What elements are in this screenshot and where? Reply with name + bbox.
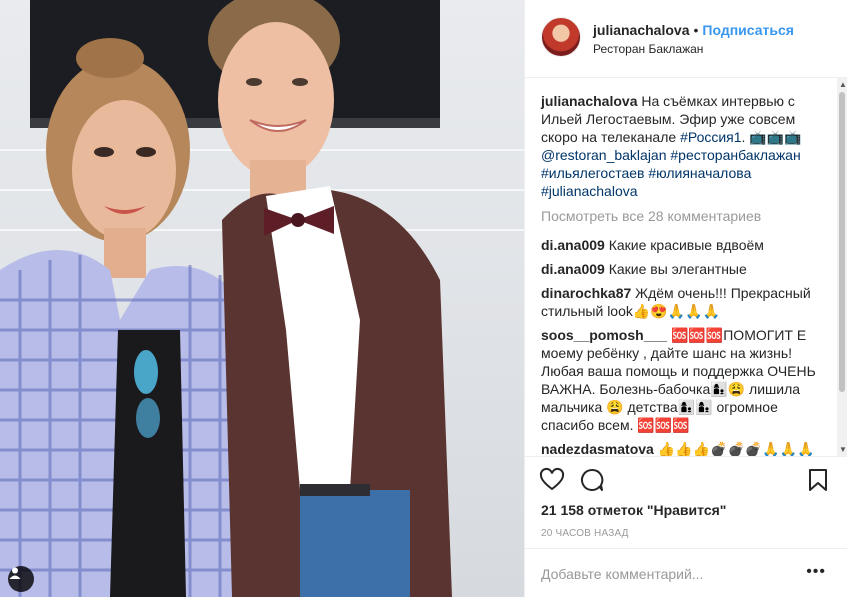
scroll-down-arrow-icon[interactable]: ▼ bbox=[839, 445, 847, 454]
comment-text: Какие красивые вдвоём bbox=[608, 237, 764, 253]
heart-icon[interactable] bbox=[539, 467, 565, 493]
post-header: julianachalova • Подписаться Ресторан Бакл… bbox=[525, 0, 847, 78]
more-options-icon[interactable]: ••• bbox=[806, 563, 826, 581]
photo-illustration bbox=[0, 0, 524, 597]
add-comment-bar: ••• bbox=[525, 548, 847, 597]
location-link[interactable]: Ресторан Баклажан bbox=[593, 42, 703, 56]
comment-text: Какие вы элегантные bbox=[608, 261, 747, 277]
action-bar bbox=[525, 456, 847, 498]
bookmark-icon[interactable] bbox=[805, 467, 831, 493]
follow-button[interactable]: Подписаться bbox=[702, 22, 794, 38]
post-photo[interactable] bbox=[0, 0, 524, 597]
comment-text: 👍👍👍💣💣💣🙏🙏🙏 bbox=[657, 441, 815, 456]
list-item: nadezdasmatova 👍👍👍💣💣💣🙏🙏🙏 bbox=[541, 440, 824, 456]
comments-scrollbar[interactable]: ▲ ▼ bbox=[837, 78, 847, 456]
caption-hashtag-channel[interactable]: #Россия1 bbox=[680, 129, 741, 145]
post-timestamp[interactable]: 20 ЧАСОВ НАЗАД bbox=[541, 528, 629, 539]
comment-username[interactable]: dinarochka87 bbox=[541, 285, 631, 301]
post-sidebar: julianachalova • Подписаться Ресторан Бакл… bbox=[524, 0, 847, 597]
avatar[interactable] bbox=[541, 17, 581, 57]
necklace-pendant bbox=[134, 350, 158, 394]
list-item: di.ana009 Какие вы элегантные bbox=[541, 260, 824, 278]
header-line: julianachalova • Подписаться bbox=[593, 22, 794, 38]
comments-list[interactable]: julianachalova На съёмках интервью с Иль… bbox=[525, 78, 847, 456]
list-item: dinarochka87 Ждём очень!!! Прекрасный ст… bbox=[541, 284, 824, 320]
list-item: soos__pomosh___ 🆘🆘🆘ПОМОГИТ Е моему ребён… bbox=[541, 326, 824, 434]
tag-button[interactable] bbox=[8, 566, 34, 592]
comment-input[interactable] bbox=[541, 563, 801, 585]
caption-username[interactable]: julianachalova bbox=[541, 93, 637, 109]
comment-bubble-icon[interactable] bbox=[579, 467, 605, 493]
comment-username[interactable]: di.ana009 bbox=[541, 237, 605, 253]
man-jeans bbox=[300, 490, 410, 597]
view-all-comments-link[interactable]: Посмотреть все 28 комментариев bbox=[541, 208, 824, 224]
comment-username[interactable]: nadezdasmatova bbox=[541, 441, 654, 456]
header-separator: • bbox=[693, 22, 699, 38]
caption-after-channel: . 📺📺📺 bbox=[741, 129, 802, 145]
scrollbar-thumb[interactable] bbox=[839, 92, 845, 392]
header-username[interactable]: julianachalova bbox=[593, 22, 689, 38]
caption: julianachalova На съёмках интервью с Иль… bbox=[541, 92, 824, 200]
caption-tags[interactable]: @restoran_baklajan #ресторанбаклажан #ил… bbox=[541, 147, 801, 199]
list-item: di.ana009 Какие красивые вдвоём bbox=[541, 236, 824, 254]
comment-username[interactable]: soos__pomosh___ bbox=[541, 327, 667, 343]
woman-face bbox=[72, 100, 176, 240]
comment-username[interactable]: di.ana009 bbox=[541, 261, 605, 277]
likes-count[interactable]: 21 158 отметок "Нравится" bbox=[541, 502, 726, 518]
scroll-up-arrow-icon[interactable]: ▲ bbox=[839, 80, 847, 89]
man-face bbox=[218, 22, 334, 178]
